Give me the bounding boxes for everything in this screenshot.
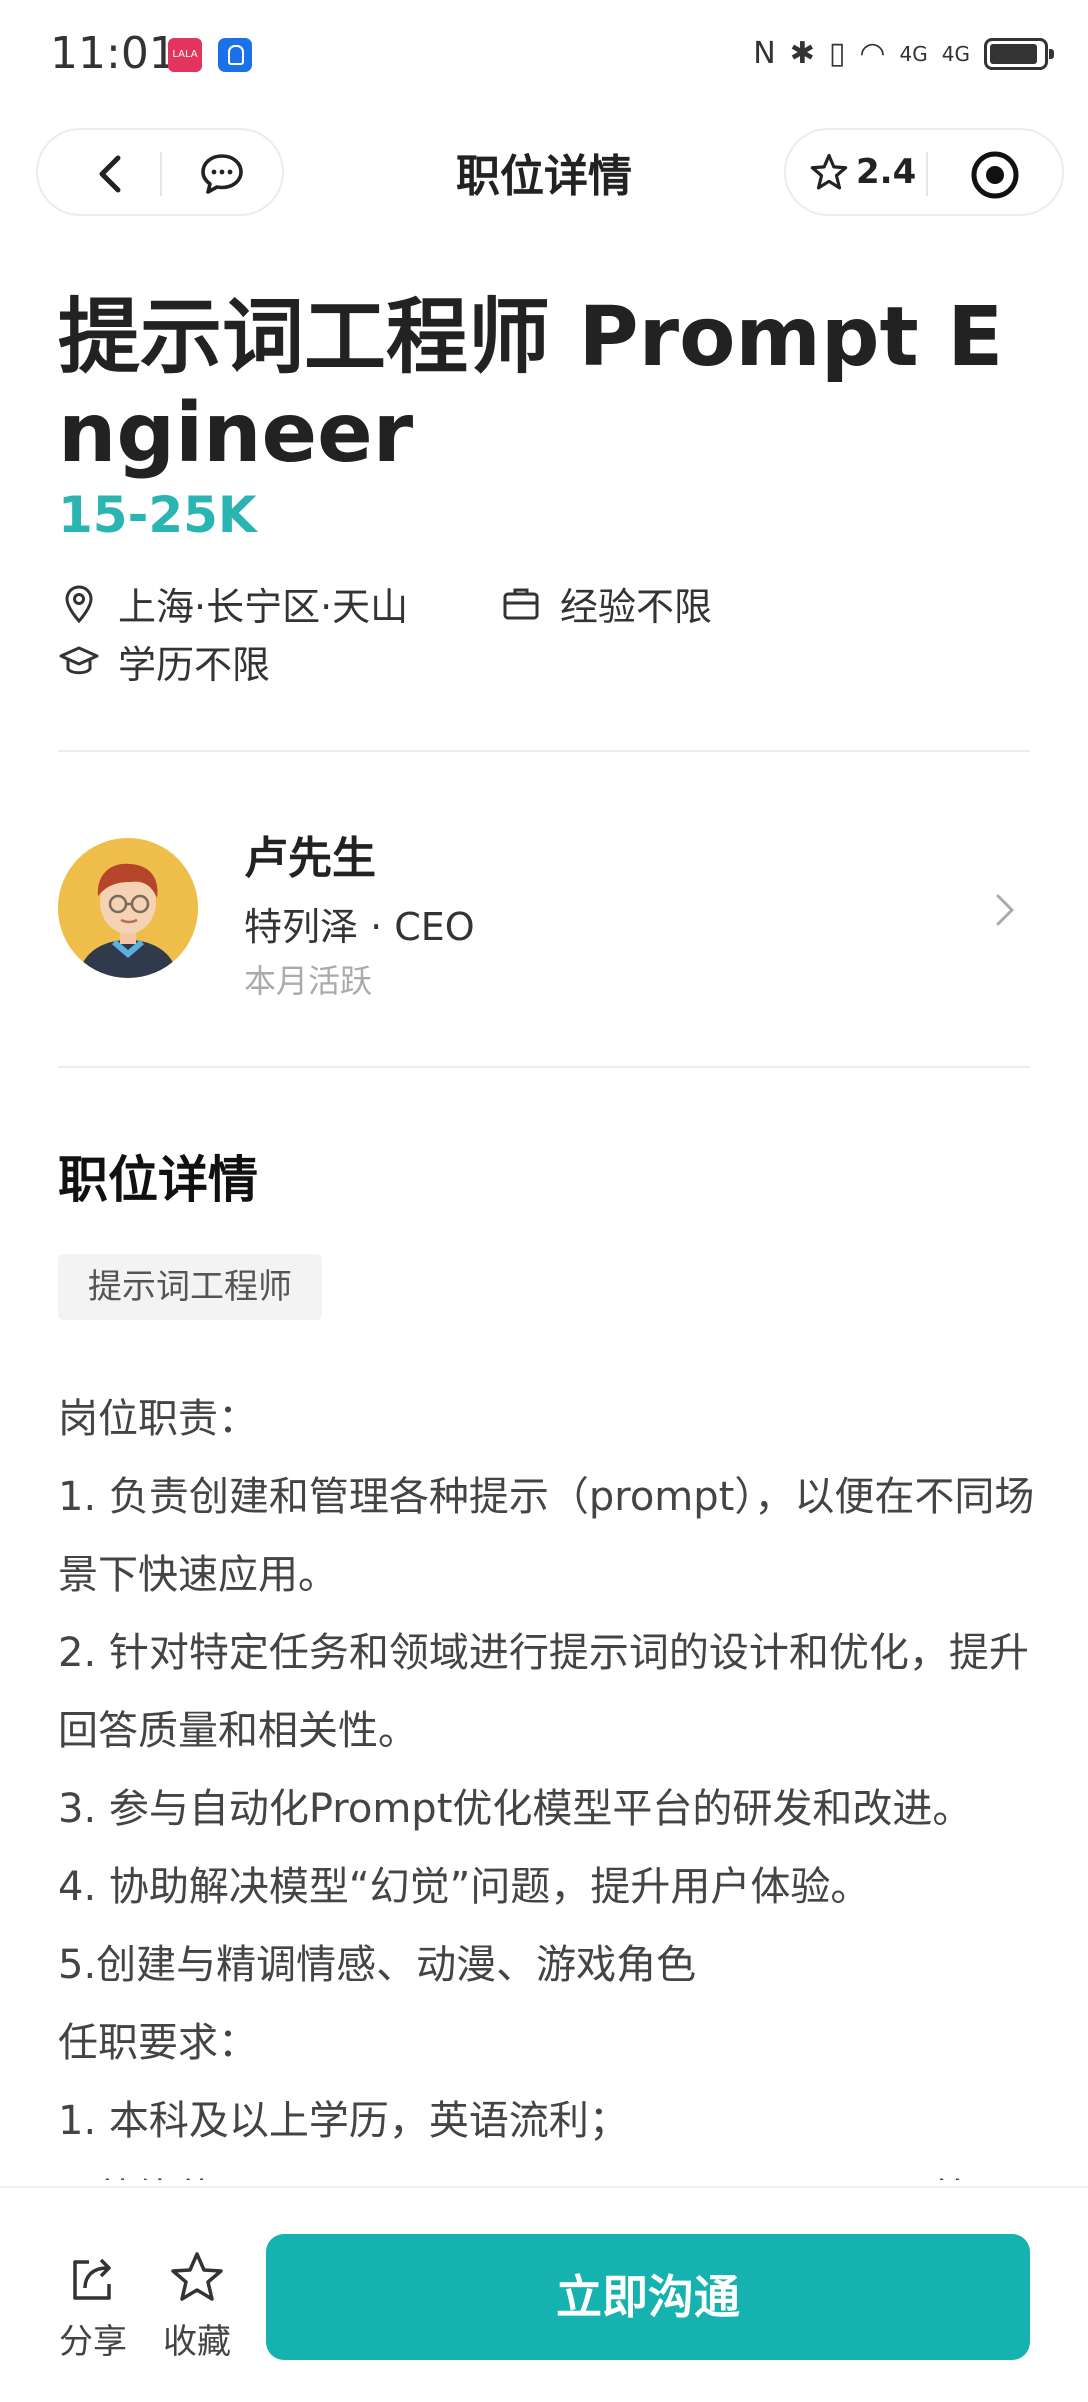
job-tag: 提示词工程师 bbox=[58, 1254, 322, 1320]
education-text: 学历不限 bbox=[118, 643, 271, 687]
status-time: 11:01 bbox=[50, 28, 177, 79]
description-line: 5.创建与精调情感、动漫、游戏角色 bbox=[58, 1942, 697, 1988]
vibrate-icon: ▯ bbox=[828, 36, 846, 71]
education-row: 学历不限 bbox=[58, 634, 270, 689]
briefcase-icon bbox=[503, 588, 539, 619]
status-bar: 11:01 LALA N ✱ ▯ ◠ 4G 4G bbox=[0, 0, 1088, 110]
rating-star-icon[interactable] bbox=[808, 152, 850, 194]
description-line: 岗位职责： bbox=[58, 1396, 258, 1442]
recruiter-avatar[interactable] bbox=[58, 838, 198, 978]
share-icon bbox=[73, 2258, 111, 2300]
location-text: 上海·长宁区·天山 bbox=[118, 585, 409, 629]
recruiter-company: 特列泽 · CEO bbox=[244, 905, 475, 949]
nfc-icon: N bbox=[753, 36, 776, 71]
share-label: 分享 bbox=[59, 2322, 127, 2362]
description-line: 3. 参与自动化Prompt优化模型平台的研发和改进。 bbox=[58, 1786, 973, 1832]
favorite-star-icon bbox=[171, 2252, 223, 2301]
close-miniprogram-icon[interactable] bbox=[970, 150, 1020, 200]
bluetooth-icon: ✱ bbox=[789, 36, 815, 71]
recruiter-name[interactable]: 卢先生 bbox=[244, 822, 376, 886]
description-line: 2. 针对特定任务和领域进行提示词的设计和优化，提升回答质量和相关性。 bbox=[58, 1630, 1029, 1754]
graduation-cap-icon bbox=[59, 646, 99, 674]
experience-text: 经验不限 bbox=[560, 585, 713, 629]
divider bbox=[58, 750, 1030, 752]
rating-value[interactable]: 2.4 bbox=[856, 152, 916, 192]
salary: 15-25K bbox=[58, 486, 257, 544]
favorite-label: 收藏 bbox=[163, 2322, 231, 2362]
divider bbox=[58, 1066, 1030, 1068]
description-line: 1. 负责创建和管理各种提示（prompt），以便在不同场景下快速应用。 bbox=[58, 1474, 1035, 1598]
nav-divider bbox=[926, 152, 928, 196]
location-pin-icon bbox=[65, 584, 93, 623]
signal-icon-2: 4G bbox=[941, 42, 970, 66]
chevron-right-icon[interactable] bbox=[990, 890, 1020, 930]
description-line: 4. 协助解决模型“幻觉”问题，提升用户体验。 bbox=[58, 1864, 871, 1910]
job-description: 岗位职责： 1. 负责创建和管理各种提示（prompt），以便在不同场景下快速应… bbox=[58, 1380, 1048, 2180]
favorite-button[interactable]: 收藏 bbox=[152, 2248, 242, 2363]
avatar-illustration bbox=[58, 838, 198, 978]
bottom-action-bar: 分享 收藏 立即沟通 bbox=[0, 2186, 1088, 2402]
battery-icon bbox=[984, 38, 1054, 70]
signal-icon: 4G bbox=[899, 42, 928, 66]
section-title: 职位详情 bbox=[58, 1151, 258, 1209]
description-line: 任职要求： bbox=[58, 2020, 258, 2066]
description-line: 2.熟练使用ChatGPT、character AI、janitor AI等至 bbox=[58, 2160, 1048, 2180]
nav-right-capsule: 2.4 bbox=[784, 128, 1064, 216]
lightbulb-app-icon bbox=[218, 38, 252, 72]
status-icons: N ✱ ▯ ◠ 4G 4G bbox=[753, 34, 1054, 74]
location-row: 上海·长宁区·天山 bbox=[58, 576, 408, 631]
share-button[interactable]: 分享 bbox=[48, 2248, 138, 2363]
description-line: 1. 本科及以上学历，英语流利； bbox=[58, 2098, 629, 2144]
wifi-icon: ◠ bbox=[859, 36, 886, 71]
app-notification-icon: LALA bbox=[168, 38, 202, 72]
recruiter-active-status: 本月活跃 bbox=[244, 962, 373, 1000]
experience-row: 经验不限 bbox=[500, 576, 712, 631]
chat-now-button[interactable]: 立即沟通 bbox=[266, 2234, 1030, 2360]
job-title: 提示词工程师 Prompt Engineer bbox=[58, 290, 1004, 481]
